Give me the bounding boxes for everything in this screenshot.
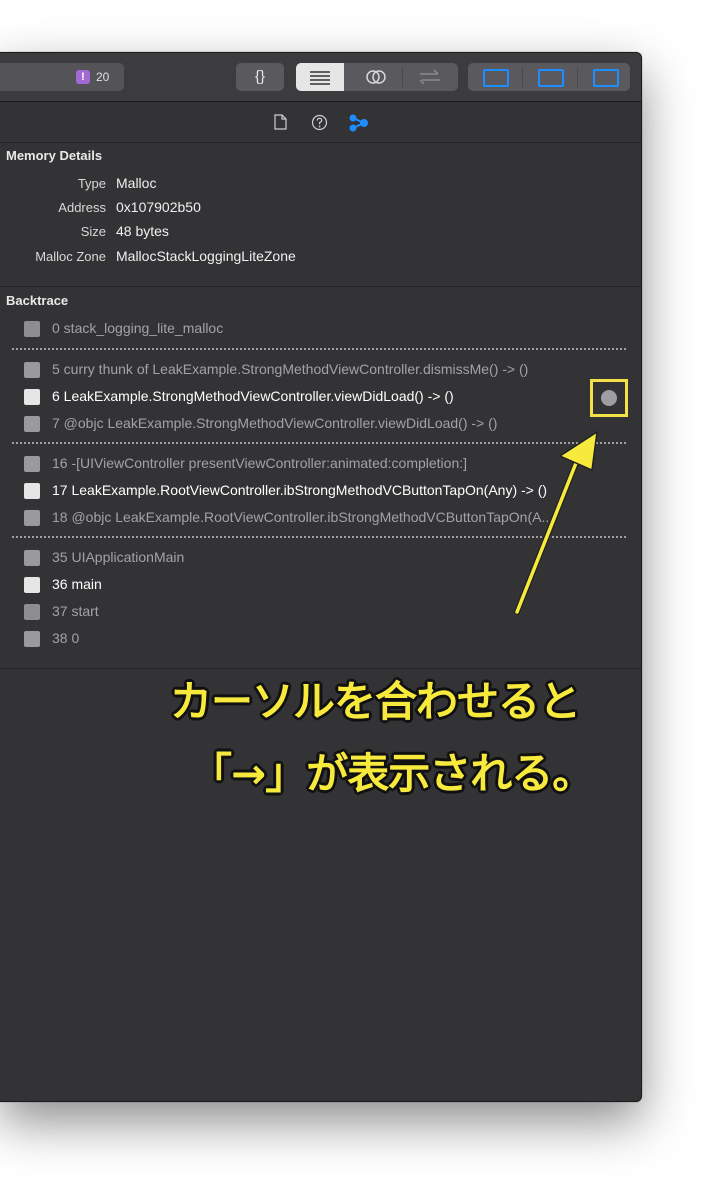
annotation-arrow	[514, 430, 598, 615]
annotation-line-1: カーソルを合わせると	[170, 677, 581, 726]
annotation-line-2: 「→」が表示される。	[190, 749, 594, 798]
